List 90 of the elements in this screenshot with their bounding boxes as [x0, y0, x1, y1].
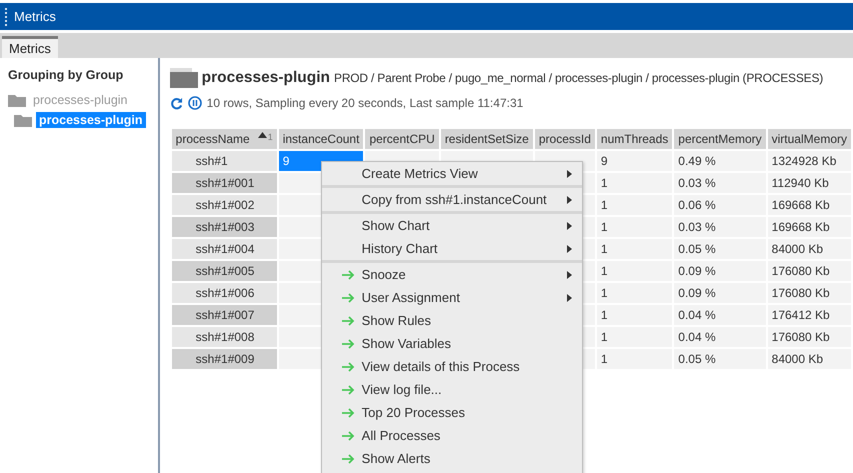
arrow-icon: [342, 454, 355, 464]
sidebar-heading: Grouping by Group: [8, 68, 124, 82]
menu-item[interactable]: Top 20 Processes: [322, 401, 582, 424]
column-header[interactable]: percentCPU: [365, 129, 439, 149]
menu-item[interactable]: Show Rules: [322, 309, 582, 332]
status-text: 10 rows, Sampling every 20 seconds, Last sample 11:47:31: [206, 96, 524, 110]
arrow-icon: [342, 430, 355, 440]
menu-item[interactable]: View details of this Process: [322, 355, 582, 378]
menu-item[interactable]: View log file...: [322, 378, 582, 401]
tab[interactable]: Metrics: [2, 36, 58, 58]
table-cell: 176412 Kb: [768, 305, 851, 325]
table-cell: 176080 Kb: [768, 327, 851, 347]
table-cell: ssh#1#002: [172, 195, 277, 215]
menu-item[interactable]: History Chart: [322, 237, 582, 260]
menu-item[interactable]: Copy from ssh#1.instanceCount: [322, 188, 582, 211]
table-cell: 0.09 %: [674, 283, 766, 303]
menu-item[interactable]: Snooze: [322, 263, 582, 286]
table-cell: ssh#1#003: [172, 217, 277, 237]
submenu-icon: [566, 196, 572, 204]
table-cell: 1: [596, 327, 672, 347]
folder-icon: [8, 93, 26, 107]
column-header[interactable]: numThreads: [596, 129, 672, 149]
column-header[interactable]: processName 1: [172, 129, 277, 149]
table-cell: ssh#1#006: [172, 283, 277, 303]
table-cell: 1: [596, 261, 672, 281]
menu-item[interactable]: User Assignment: [322, 286, 582, 309]
table-cell: 0.03 %: [674, 173, 766, 193]
table-cell: 1: [596, 349, 672, 369]
table-cell: 1: [596, 305, 672, 325]
column-header[interactable]: residentSetSize: [440, 129, 533, 149]
refresh-icon[interactable]: [170, 96, 183, 110]
table-cell: ssh#1: [172, 151, 277, 171]
menu-item[interactable]: All Processes: [322, 424, 582, 447]
window-title: Metrics: [14, 9, 56, 24]
column-header[interactable]: processId: [534, 129, 595, 149]
table-cell: 0.05 %: [674, 349, 766, 369]
table-cell: 0.03 %: [674, 217, 766, 237]
table-cell: 0.04 %: [674, 327, 766, 347]
submenu-icon: [566, 170, 572, 178]
sort-icon: [258, 132, 267, 138]
arrow-icon: [342, 362, 355, 372]
folder-icon: [14, 113, 32, 127]
menu-item[interactable]: Show Chart: [322, 214, 582, 237]
arrow-icon: [342, 270, 355, 280]
pause-icon[interactable]: [188, 96, 202, 110]
page-title: processes-plugin: [202, 69, 330, 87]
arrow-icon: [342, 316, 355, 326]
submenu-icon: [566, 222, 572, 230]
table-cell: 0.49 %: [674, 151, 766, 171]
table-cell: ssh#1#008: [172, 327, 277, 347]
table-cell: 1: [596, 239, 672, 259]
table-cell: 84000 Kb: [768, 239, 851, 259]
submenu-icon: [566, 244, 572, 252]
table-cell: 84000 Kb: [768, 349, 851, 369]
table-cell: 176080 Kb: [768, 261, 851, 281]
table-cell: 169668 Kb: [768, 217, 851, 237]
table-cell: 0.04 %: [674, 305, 766, 325]
column-header[interactable]: percentMemory: [674, 129, 766, 149]
column-header[interactable]: instanceCount: [278, 129, 364, 149]
table-cell: 1324928 Kb: [768, 151, 851, 171]
table-cell: ssh#1#005: [172, 261, 277, 281]
table-cell: 1: [596, 173, 672, 193]
table-cell: ssh#1#001: [172, 173, 277, 193]
table-cell: 0.06 %: [674, 195, 766, 215]
table-cell: ssh#1#009: [172, 349, 277, 369]
table-cell: ssh#1#007: [172, 305, 277, 325]
table-cell: 1: [596, 195, 672, 215]
table-cell: ssh#1#004: [172, 239, 277, 259]
submenu-icon: [566, 270, 572, 278]
tree-item[interactable]: processes-plugin: [36, 112, 146, 128]
menu-item[interactable]: Show Alerts: [322, 447, 582, 470]
table-cell: 169668 Kb: [768, 195, 851, 215]
submenu-icon: [566, 294, 572, 302]
table-cell: 1: [596, 283, 672, 303]
table-cell: 1: [596, 217, 672, 237]
table-cell: 112940 Kb: [768, 173, 851, 193]
arrow-icon: [342, 292, 355, 302]
arrow-icon: [342, 384, 355, 394]
menu-item[interactable]: Show Variables: [322, 332, 582, 355]
column-header[interactable]: virtualMemory: [768, 129, 851, 149]
table-cell: 9: [596, 151, 672, 171]
table-cell: 0.05 %: [674, 239, 766, 259]
grip-icon: [5, 8, 10, 26]
table-cell: 0.09 %: [674, 261, 766, 281]
table-cell: 176080 Kb: [768, 283, 851, 303]
arrow-icon: [342, 408, 355, 418]
arrow-icon: [342, 338, 355, 348]
sort-rank: 1: [268, 132, 273, 142]
breadcrumb-path: PROD / Parent Probe / pugo_me_normal / processes-plugin / processes-plugin (PROCESSES): [334, 71, 824, 85]
folder-icon: [170, 68, 198, 88]
